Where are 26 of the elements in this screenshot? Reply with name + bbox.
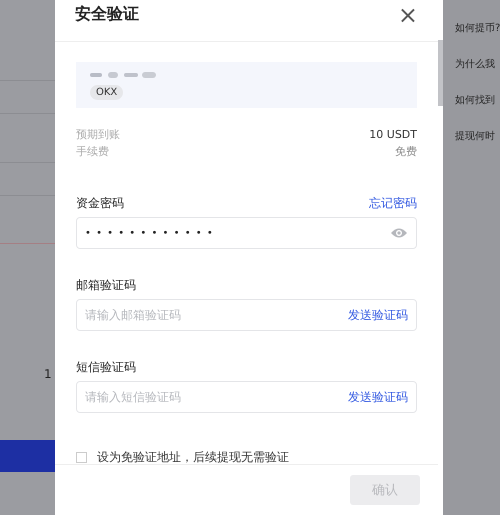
send-code-link[interactable]: 发送验证码: [348, 306, 408, 324]
dialog-title: 安全验证: [75, 4, 139, 25]
field-label: 短信验证码: [76, 359, 136, 375]
submit-bar: [0, 440, 55, 472]
exempt-checkbox[interactable]: [76, 452, 87, 463]
send-code-link[interactable]: 发送验证码: [348, 388, 408, 406]
help-link[interactable]: 提现何时: [455, 129, 495, 143]
help-link[interactable]: 如何提币?: [455, 21, 500, 35]
password-field[interactable]: • • • • • • • • • • • •: [76, 217, 417, 249]
amount-text: 1: [44, 367, 52, 381]
code-field[interactable]: 请输入短信验证码 发送验证码: [76, 381, 417, 413]
exempt-label: 设为免验证地址，后续提现无需验证: [97, 449, 289, 464]
summary-label: 预期到账: [76, 127, 120, 142]
forgot-password-link[interactable]: 忘记密码: [369, 195, 417, 211]
summary-label: 手续费: [76, 144, 109, 159]
close-button[interactable]: ×: [398, 3, 418, 27]
field-label: 邮箱验证码: [76, 277, 136, 293]
code-field[interactable]: 请输入邮箱验证码 发送验证码: [76, 299, 417, 331]
field-label: 资金密码: [76, 195, 124, 211]
summary-value: 免费: [395, 144, 417, 159]
eye-icon[interactable]: [390, 227, 408, 239]
help-link[interactable]: 如何找到: [455, 93, 495, 107]
summary-value: 10 USDT: [369, 127, 417, 142]
scrollbar-thumb[interactable]: [438, 40, 443, 106]
help-link[interactable]: 为什么我: [455, 57, 495, 71]
exchange-tag: OKX: [90, 85, 124, 100]
